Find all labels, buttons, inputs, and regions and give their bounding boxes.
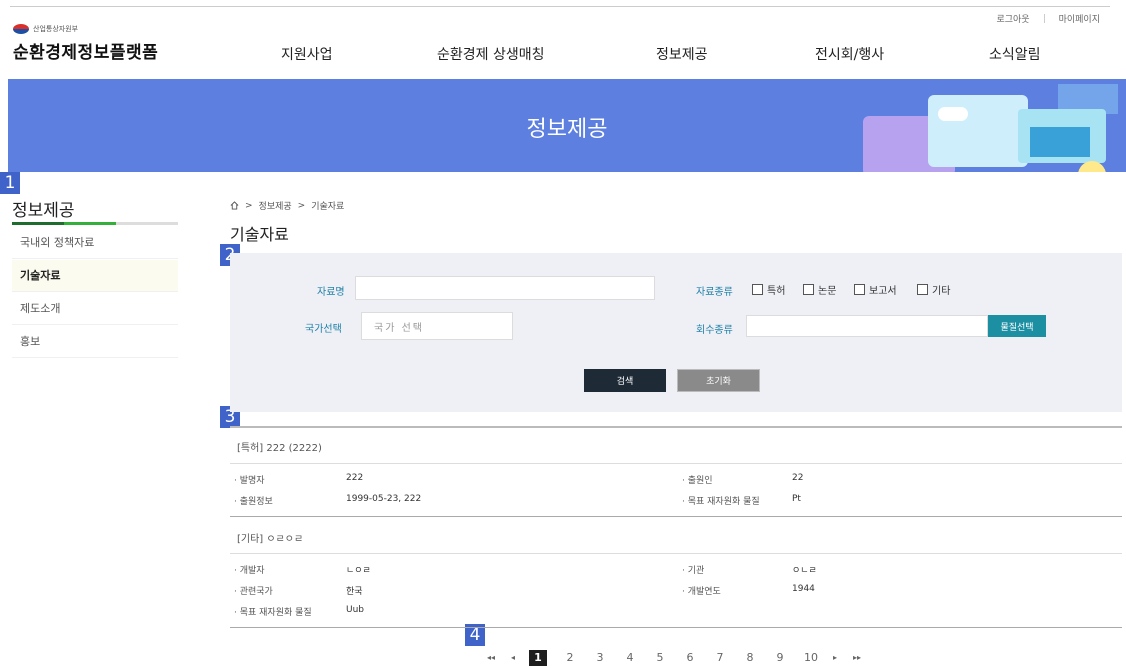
site-title: 순환경제정보플랫폼 — [13, 43, 159, 63]
field-label: · 개발연도 — [682, 587, 721, 597]
header: 로그아웃 마이페이지 산업통상자원부 순환경제정보플랫폼 지원사업 순환경제 상… — [0, 0, 1126, 78]
field-label: · 출원인 — [682, 476, 713, 486]
type-checkbox-paper[interactable]: 논문 — [803, 282, 836, 297]
page-link[interactable]: 4 — [621, 650, 639, 666]
lnb-item-system[interactable]: 제도소개 — [12, 293, 178, 325]
field-label: · 발명자 — [234, 476, 265, 486]
country-select[interactable]: 국가 선택 — [361, 312, 513, 340]
breadcrumb-item[interactable]: 기술자료 — [311, 199, 344, 212]
checkbox-label: 논문 — [818, 286, 837, 297]
field-value: 1999-05-23, 222 — [346, 494, 422, 504]
type-label: 자료종류 — [696, 287, 733, 298]
logout-link[interactable]: 로그아웃 — [996, 12, 1029, 25]
lnb-title: 정보제공 — [12, 201, 75, 221]
site-logo[interactable]: 산업통상자원부 순환경제정보플랫폼 — [13, 24, 158, 63]
field-value: 1944 — [792, 584, 815, 594]
field-value: Pt — [792, 494, 801, 504]
reset-button[interactable]: 초기화 — [677, 369, 760, 392]
page-link[interactable]: 8 — [741, 650, 759, 666]
field-value: ㅇㄴㄹ — [792, 566, 817, 576]
result-divider — [230, 553, 1122, 554]
page-title: 기술자료 — [230, 225, 289, 244]
recovery-input[interactable] — [746, 315, 988, 337]
checkbox-label: 특허 — [767, 286, 786, 297]
page-link[interactable]: 2 — [561, 650, 579, 666]
result-separator — [230, 627, 1122, 628]
gnb-support[interactable]: 지원사업 — [281, 44, 333, 64]
field-label: · 개발자 — [234, 566, 265, 576]
gnb-matching[interactable]: 순환경제 상생매칭 — [437, 44, 545, 64]
field-label: · 목표 재자원화 물질 — [234, 608, 312, 618]
field-label: · 목표 재자원화 물질 — [682, 497, 760, 507]
checkbox-label: 보고서 — [869, 286, 897, 297]
results-top-border — [230, 426, 1122, 428]
name-label: 자료명 — [317, 287, 345, 298]
country-label: 국가선택 — [305, 324, 342, 335]
field-label: · 기관 — [682, 566, 705, 576]
page-link[interactable]: 10 — [800, 650, 822, 666]
ministry-label: 산업통상자원부 — [13, 24, 158, 34]
field-value: 222 — [346, 473, 364, 483]
checkbox-icon[interactable] — [854, 284, 865, 295]
type-checkbox-patent[interactable]: 특허 — [752, 282, 785, 297]
ministry-name: 산업통상자원부 — [33, 25, 79, 33]
breadcrumb-item[interactable]: 정보제공 — [259, 199, 292, 212]
field-value: ㄴㅇㄹ — [346, 566, 371, 576]
result-title[interactable]: [특허] 222 (2222) — [237, 439, 322, 454]
top-divider — [10, 6, 1110, 7]
lnb-underline — [12, 222, 178, 225]
search-button[interactable]: 검색 — [584, 369, 666, 392]
lnb-item-policy[interactable]: 국내외 정책자료 — [12, 227, 178, 259]
utility-links: 로그아웃 마이페이지 — [996, 12, 1100, 25]
field-value: 22 — [792, 473, 804, 483]
page-link[interactable]: 7 — [711, 650, 729, 666]
pagination: ◂◂ ◂ 1 2 3 4 5 6 7 8 9 10 ▸ ▸▸ — [0, 648, 1126, 668]
marker-1: 1 — [0, 172, 20, 194]
next-page-icon[interactable]: ▸ — [833, 650, 837, 666]
taegeuk-emblem-icon — [13, 24, 29, 34]
page-link-current[interactable]: 1 — [529, 650, 547, 666]
type-checkbox-report[interactable]: 보고서 — [854, 282, 897, 297]
type-checkbox-other[interactable]: 기타 — [917, 282, 950, 297]
mypage-link[interactable]: 마이페이지 — [1059, 12, 1100, 25]
field-value: 한국 — [346, 587, 363, 597]
result-separator — [230, 516, 1122, 517]
section-banner: 정보제공 — [8, 79, 1126, 172]
result-divider — [230, 463, 1122, 464]
recovery-label: 회수종류 — [696, 325, 733, 336]
material-select-button[interactable]: 물질선택 — [988, 315, 1046, 337]
field-value: Uub — [346, 605, 365, 615]
home-icon[interactable] — [230, 201, 239, 210]
checkbox-icon[interactable] — [752, 284, 763, 295]
page-link[interactable]: 3 — [591, 650, 609, 666]
last-page-icon[interactable]: ▸▸ — [853, 650, 861, 666]
breadcrumb: > 정보제공 > 기술자료 — [230, 199, 344, 212]
lnb-item-promo[interactable]: 홍보 — [12, 326, 178, 358]
field-label: · 관련국가 — [234, 587, 273, 597]
checkbox-label: 기타 — [932, 286, 951, 297]
name-input[interactable] — [355, 276, 655, 300]
breadcrumb-sep: > — [245, 200, 253, 211]
prev-page-icon[interactable]: ◂ — [511, 650, 515, 666]
util-divider — [1043, 14, 1045, 23]
first-page-icon[interactable]: ◂◂ — [487, 650, 495, 666]
breadcrumb-sep: > — [297, 200, 306, 211]
lnb-item-tech[interactable]: 기술자료 — [12, 260, 178, 292]
checkbox-icon[interactable] — [917, 284, 928, 295]
page-link[interactable]: 6 — [681, 650, 699, 666]
checkbox-icon[interactable] — [803, 284, 814, 295]
gnb-events[interactable]: 전시회/행사 — [815, 44, 884, 64]
result-title[interactable]: [기타] ㅇㄹㅇㄹ — [237, 530, 303, 545]
page-link[interactable]: 9 — [771, 650, 789, 666]
gnb-info[interactable]: 정보제공 — [656, 44, 708, 64]
banner-title: 정보제공 — [526, 117, 608, 142]
field-label: · 출원정보 — [234, 497, 273, 507]
gnb-news[interactable]: 소식알림 — [989, 44, 1041, 64]
page-link[interactable]: 5 — [651, 650, 669, 666]
